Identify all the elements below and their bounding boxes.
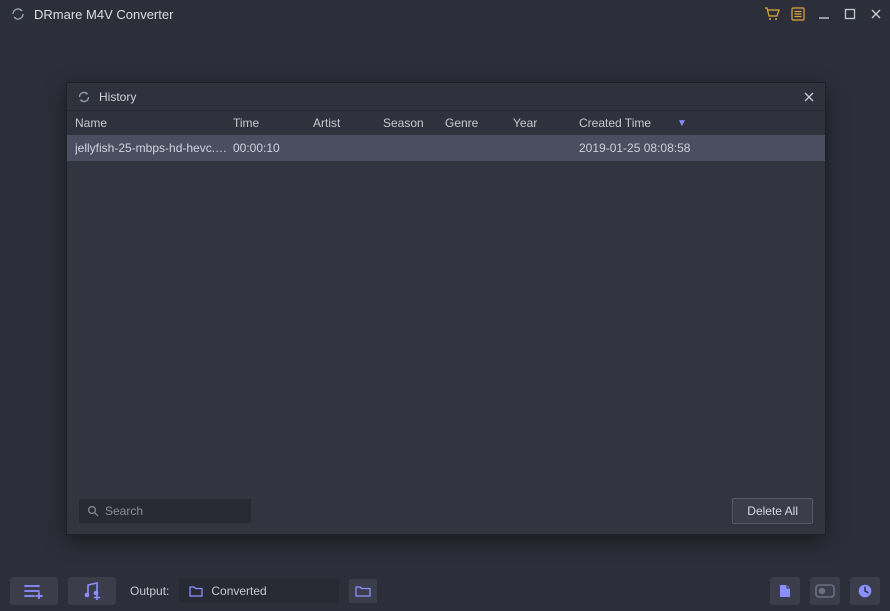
col-time[interactable]: Time — [233, 116, 313, 130]
col-genre[interactable]: Genre — [445, 116, 513, 130]
col-season[interactable]: Season — [383, 116, 445, 130]
delete-all-button[interactable]: Delete All — [732, 498, 813, 524]
table-row[interactable]: jellyfish-25-mbps-hd-hevc.… 00:00:10 201… — [67, 135, 825, 161]
history-dialog-title: History — [99, 90, 801, 104]
add-music-button[interactable] — [68, 577, 116, 605]
col-year[interactable]: Year — [513, 116, 579, 130]
col-artist[interactable]: Artist — [313, 116, 383, 130]
history-column-headers: Name Time Artist Season Genre Year Creat… — [67, 111, 825, 135]
menu-icon[interactable] — [790, 6, 806, 22]
col-name[interactable]: Name — [75, 116, 233, 130]
cell-time: 00:00:10 — [233, 141, 313, 155]
cell-name: jellyfish-25-mbps-hd-hevc.… — [75, 141, 233, 155]
titlebar: DRmare M4V Converter — [0, 0, 890, 28]
history-table-body: jellyfish-25-mbps-hd-hevc.… 00:00:10 201… — [67, 135, 825, 488]
history-dialog-header: History — [67, 83, 825, 111]
col-created-label: Created Time — [579, 116, 651, 130]
search-icon — [87, 505, 99, 517]
sort-indicator-icon: ▼ — [677, 118, 687, 129]
output-path[interactable]: Converted — [179, 579, 339, 603]
app-logo-icon — [10, 6, 26, 22]
search-field[interactable] — [79, 499, 251, 523]
output-folder-name: Converted — [211, 584, 266, 598]
convert-button[interactable] — [810, 577, 840, 605]
refresh-icon — [77, 90, 91, 104]
col-created[interactable]: Created Time ▼ — [579, 116, 709, 130]
history-button[interactable] — [850, 577, 880, 605]
maximize-icon[interactable] — [842, 6, 858, 22]
delete-all-label: Delete All — [747, 504, 798, 518]
cart-icon[interactable] — [764, 6, 780, 22]
history-close-icon[interactable] — [801, 89, 817, 105]
close-icon[interactable] — [868, 6, 884, 22]
browse-output-button[interactable] — [349, 579, 377, 603]
history-dialog-footer: Delete All — [67, 488, 825, 534]
output-label: Output: — [130, 584, 169, 598]
app-title: DRmare M4V Converter — [34, 7, 764, 22]
format-button[interactable] — [770, 577, 800, 605]
search-input[interactable] — [105, 504, 260, 518]
history-dialog: History Name Time Artist Season Genre Ye… — [66, 82, 826, 535]
minimize-icon[interactable] — [816, 6, 832, 22]
bottom-bar: Output: Converted — [0, 571, 890, 611]
cell-created: 2019-01-25 08:08:58 — [579, 141, 709, 155]
playlist-button[interactable] — [10, 577, 58, 605]
folder-icon — [189, 584, 203, 598]
